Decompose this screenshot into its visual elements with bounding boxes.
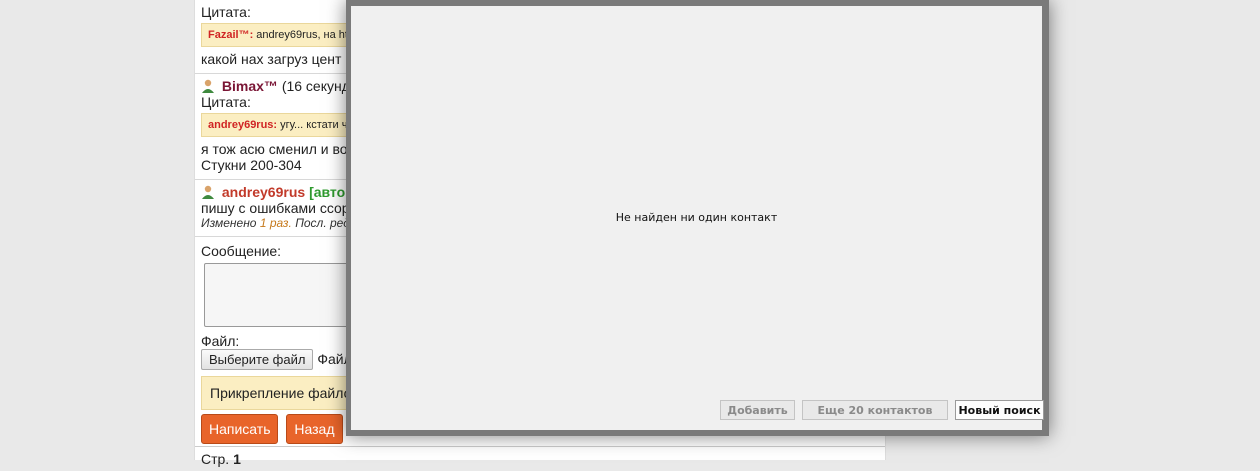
pagination: Стр. 1 [195,446,885,471]
add-button[interactable]: Добавить [720,400,795,420]
edited-count-link[interactable]: 1 раз. [260,216,292,230]
user-icon [202,79,214,93]
post-time: (16 секунд [281,78,350,94]
quote-text: andrey69rus, на htt [253,29,352,41]
post-username[interactable]: andrey69rus [222,184,305,200]
contact-search-dialog: Не найден ни один контакт Добавить Еще 2… [346,0,1049,436]
page-number[interactable]: 1 [233,451,241,467]
user-icon [202,185,214,199]
more-contacts-button[interactable]: Еще 20 контактов [802,400,948,420]
new-search-button[interactable]: Новый поиск [955,400,1044,420]
page-label: Стр. [201,451,230,467]
dialog-content: Не найден ни один контакт Добавить Еще 2… [351,6,1044,430]
back-button[interactable]: Назад [286,414,343,444]
quote-author: andrey69rus: [208,119,278,131]
choose-file-button[interactable]: Выберите файл [201,349,314,370]
edited-label: Изменено [201,216,257,230]
quote-author: Fazail™: [208,29,254,41]
submit-button[interactable]: Написать [201,414,279,444]
attach-files-panel[interactable]: Прикрепление файлов: [201,376,359,410]
last-edit-label: Посл. ред. [295,216,354,230]
attach-label: Прикрепление файлов: [210,385,359,401]
post-username[interactable]: Bimax™ [222,78,278,94]
message-textarea[interactable] [204,263,356,327]
empty-results-message: Не найден ни один контакт [615,211,778,224]
quote-text: угу... кстати че [277,119,354,131]
